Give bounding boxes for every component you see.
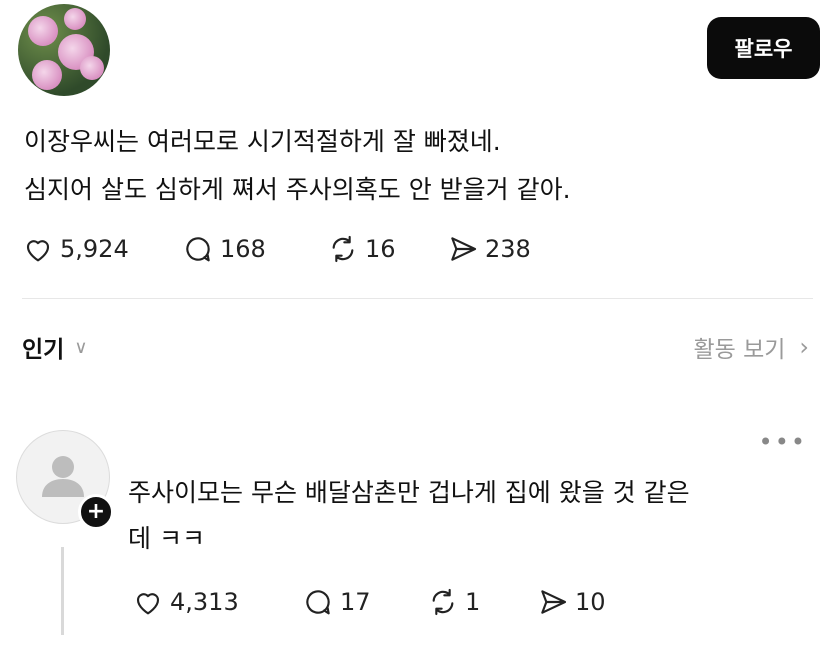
like-button[interactable]: 5,924: [22, 233, 182, 265]
comment-line: 주사이모는 무슨 배달삼촌만 겁나게 집에 왔을 것 같은: [128, 478, 690, 507]
post-actions: 5,924 168 16 238: [22, 233, 531, 265]
post-line: 심지어 살도 심하게 쪄서 주사의혹도 안 받을거 같아.: [24, 175, 571, 204]
post-body: 이장우씨는 여러모로 시기적절하게 잘 빠졌네. 심지어 살도 심하게 쪄서 주…: [24, 118, 804, 214]
follow-plus-icon[interactable]: +: [78, 494, 114, 530]
view-activity-link[interactable]: 활동 보기 ›: [693, 330, 809, 364]
comment-reply-count: 17: [340, 588, 371, 616]
like-count: 5,924: [60, 235, 129, 263]
comment-line: 데 ㅋㅋ: [128, 524, 205, 553]
send-icon: [541, 590, 567, 614]
send-icon: [451, 237, 477, 261]
author-avatar[interactable]: [18, 4, 110, 96]
heart-icon: [136, 593, 160, 615]
comment-like-button[interactable]: 4,313: [132, 586, 302, 618]
heart-icon: [26, 240, 50, 262]
comment-share-count: 10: [575, 588, 606, 616]
comment-like-count: 4,313: [170, 588, 239, 616]
comment-share-button[interactable]: 10: [537, 586, 606, 618]
sort-label: 인기: [22, 337, 65, 363]
chevron-right-icon: ›: [799, 333, 809, 361]
thread-line: [61, 547, 64, 635]
comment-body: 주사이모는 무슨 배달삼촌만 겁나게 집에 왔을 것 같은 데 ㅋㅋ: [128, 470, 808, 562]
reply-button[interactable]: 168: [182, 233, 327, 265]
comment-repost-button[interactable]: 1: [427, 586, 537, 618]
reply-count: 168: [220, 235, 266, 263]
comment-reply-button[interactable]: 17: [302, 586, 427, 618]
chevron-down-icon: ∨: [74, 336, 88, 358]
follow-button[interactable]: 팔로우: [707, 17, 820, 79]
sort-dropdown[interactable]: 인기 ∨: [22, 330, 88, 364]
comment-actions: 4,313 17 1 10: [132, 586, 606, 618]
more-options-icon[interactable]: •••: [759, 428, 807, 456]
repost-count: 16: [365, 235, 396, 263]
activity-label: 활동 보기: [693, 337, 786, 363]
repost-icon: [432, 588, 454, 616]
share-count: 238: [485, 235, 531, 263]
divider: [22, 298, 813, 299]
comment-icon: [306, 590, 330, 615]
repost-icon: [332, 235, 354, 263]
post-line: 이장우씨는 여러모로 시기적절하게 잘 빠졌네.: [24, 127, 501, 156]
share-button[interactable]: 238: [447, 233, 531, 265]
repost-button[interactable]: 16: [327, 233, 447, 265]
comment-icon: [186, 237, 210, 262]
comment-repost-count: 1: [465, 588, 481, 616]
